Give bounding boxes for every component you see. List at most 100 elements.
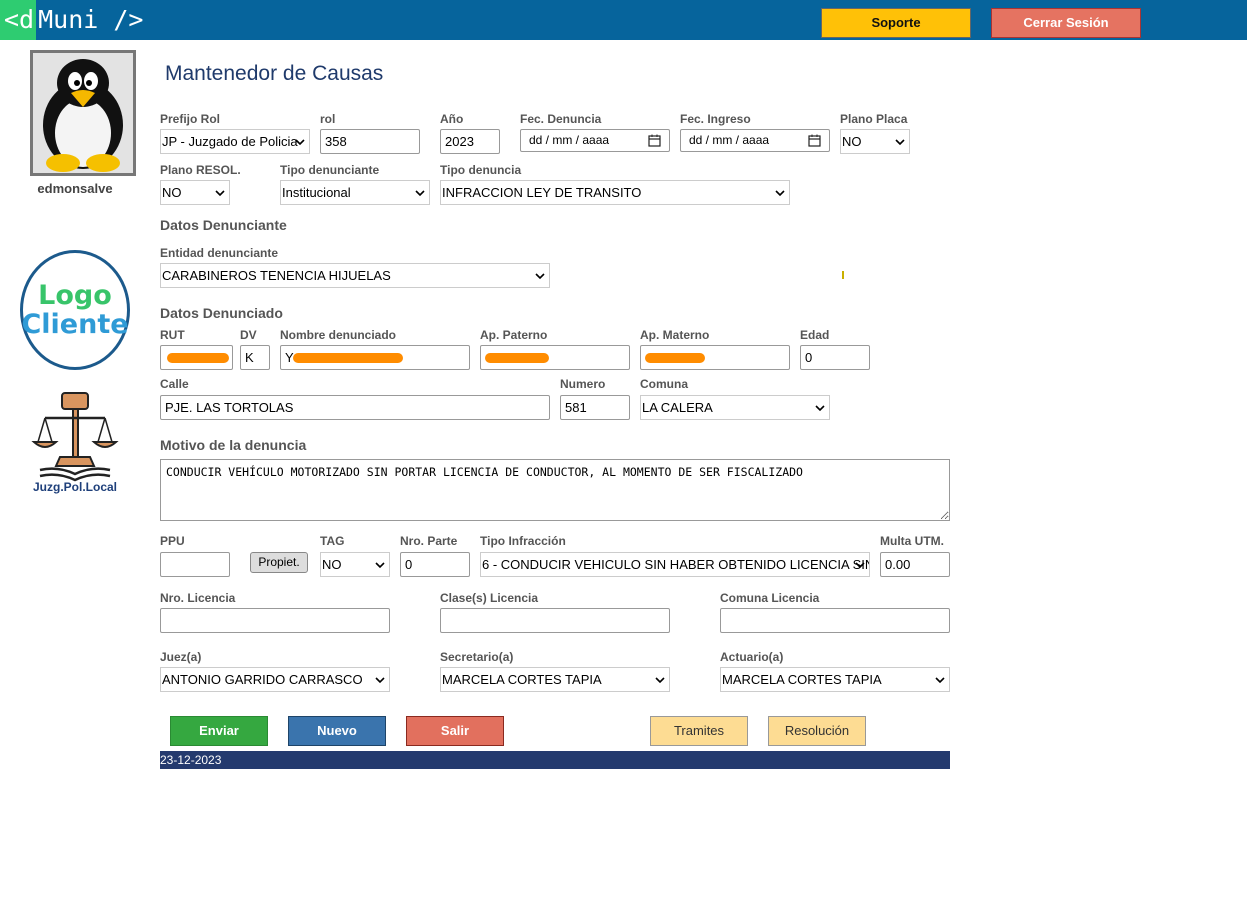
propietario-button[interactable]: Propiet. [250, 552, 308, 573]
rut-label: RUT [160, 328, 185, 342]
multa-input[interactable]: 0.00 [880, 552, 950, 577]
brand-name: Muni /> [38, 5, 144, 34]
section-datos-denunciado: Datos Denunciado [160, 305, 283, 321]
section-datos-denunciante: Datos Denunciante [160, 217, 287, 233]
plano-resol-label: Plano RESOL. [160, 163, 241, 177]
penguin-avatar-icon [33, 53, 133, 173]
ppu-input[interactable] [160, 552, 230, 577]
client-logo: Logo Cliente [20, 250, 130, 370]
tipo-infraccion-value: 6 - CONDUCIR VEHICULO SIN HABER OBTENIDO… [482, 557, 870, 572]
edad-input[interactable]: 0 [800, 345, 870, 370]
top-bar: <d Muni /> Soporte Cerrar Sesión [0, 0, 1247, 40]
secretario-select[interactable]: MARCELA CORTES TAPIA [440, 667, 670, 692]
ap-materno-label: Ap. Materno [640, 328, 710, 342]
footer-date: 23-12-2023 [160, 753, 222, 767]
nuevo-button[interactable]: Nuevo [288, 716, 386, 746]
entidad-denunciante-value: CARABINEROS TENENCIA HIJUELAS [162, 268, 391, 283]
username: edmonsalve [37, 181, 113, 196]
anio-input[interactable]: 2023 [440, 129, 500, 154]
chevron-down-icon [415, 190, 425, 197]
entidad-denunciante-select[interactable]: CARABINEROS TENENCIA HIJUELAS [160, 263, 550, 288]
nro-licencia-input[interactable] [160, 608, 390, 633]
actuario-value: MARCELA CORTES TAPIA [722, 672, 882, 687]
actuario-label: Actuario(a) [720, 650, 784, 664]
clase-licencia-label: Clase(s) Licencia [440, 591, 539, 605]
tipo-infraccion-select[interactable]: 6 - CONDUCIR VEHICULO SIN HABER OBTENIDO… [480, 552, 870, 577]
tipo-denuncia-select[interactable]: INFRACCION LEY DE TRANSITO [440, 180, 790, 205]
enviar-button[interactable]: Enviar [170, 716, 268, 746]
plano-placa-select[interactable]: NO [840, 129, 910, 154]
fec-denuncia-input[interactable]: dd / mm / aaaa [520, 129, 670, 152]
chevron-down-icon [815, 405, 825, 412]
comuna-select[interactable]: LA CALERA [640, 395, 830, 420]
comuna-licencia-input[interactable] [720, 608, 950, 633]
chevron-down-icon [375, 677, 385, 684]
chevron-down-icon [895, 139, 905, 146]
prefijo-rol-value: JP - Juzgado de Policia [162, 134, 298, 149]
juez-select[interactable]: ANTONIO GARRIDO CARRASCO [160, 667, 390, 692]
calendar-icon [648, 134, 661, 147]
rut-input[interactable] [160, 345, 233, 370]
chevron-down-icon [655, 677, 665, 684]
actuario-select[interactable]: MARCELA CORTES TAPIA [720, 667, 950, 692]
scales-of-justice-icon [31, 392, 119, 482]
clase-licencia-input[interactable] [440, 608, 670, 633]
nombre-label: Nombre denunciado [280, 328, 397, 342]
plano-placa-label: Plano Placa [840, 112, 908, 126]
tag-select[interactable]: NO [320, 552, 390, 577]
tramites-button[interactable]: Tramites [650, 716, 748, 746]
rol-label: rol [320, 112, 336, 126]
section-motivo: Motivo de la denuncia [160, 437, 307, 453]
entidad-denunciante-label: Entidad denunciante [160, 246, 279, 260]
chevron-down-icon [855, 562, 865, 569]
ap-materno-input[interactable] [640, 345, 790, 370]
tag-value: NO [322, 557, 342, 572]
fec-ingreso-placeholder: dd / mm / aaaa [689, 133, 770, 147]
prefijo-rol-select[interactable]: JP - Juzgado de Policia [160, 129, 310, 154]
support-button[interactable]: Soporte [821, 8, 971, 38]
resolucion-button[interactable]: Resolución [768, 716, 866, 746]
calle-input[interactable]: PJE. LAS TORTOLAS [160, 395, 550, 420]
chevron-down-icon [215, 190, 225, 197]
secretario-label: Secretario(a) [440, 650, 514, 664]
stray-mark [842, 271, 844, 279]
fec-denuncia-placeholder: dd / mm / aaaa [529, 133, 610, 147]
page-title: Mantenedor de Causas [165, 62, 384, 85]
dv-input[interactable]: K [240, 345, 270, 370]
footer-date-bar: 23-12-2023 [160, 751, 950, 769]
tipo-infraccion-label: Tipo Infracción [480, 534, 566, 548]
plano-placa-value: NO [842, 134, 862, 149]
dv-label: DV [240, 328, 257, 342]
calendar-icon [808, 134, 821, 147]
chevron-down-icon [295, 139, 305, 146]
brand-logo: <d Muni /> [0, 0, 143, 40]
ap-paterno-input[interactable] [480, 345, 630, 370]
tag-label: TAG [320, 534, 345, 548]
calle-label: Calle [160, 377, 189, 391]
fec-ingreso-label: Fec. Ingreso [680, 112, 751, 126]
plano-resol-value: NO [162, 185, 182, 200]
logout-button[interactable]: Cerrar Sesión [991, 8, 1141, 38]
plano-resol-select[interactable]: NO [160, 180, 230, 205]
numero-input[interactable]: 581 [560, 395, 630, 420]
secretario-value: MARCELA CORTES TAPIA [442, 672, 602, 687]
prefijo-rol-label: Prefijo Rol [160, 112, 221, 126]
nro-parte-input[interactable]: 0 [400, 552, 470, 577]
motivo-textarea[interactable]: CONDUCIR VEHÍCULO MOTORIZADO SIN PORTAR … [160, 459, 950, 521]
salir-button[interactable]: Salir [406, 716, 504, 746]
rol-input[interactable]: 358 [320, 129, 420, 154]
comuna-label: Comuna [640, 377, 688, 391]
tipo-denuncia-label: Tipo denuncia [440, 163, 522, 177]
juez-value: ANTONIO GARRIDO CARRASCO [162, 672, 363, 687]
juez-label: Juez(a) [160, 650, 202, 664]
redaction-mark [645, 353, 705, 363]
comuna-licencia-label: Comuna Licencia [720, 591, 820, 605]
tipo-denunciante-select[interactable]: Institucional [280, 180, 430, 205]
nombre-input[interactable]: Y [280, 345, 470, 370]
redaction-mark [293, 353, 403, 363]
chevron-down-icon [775, 190, 785, 197]
ap-paterno-label: Ap. Paterno [480, 328, 548, 342]
client-logo-line2: Cliente [21, 309, 129, 340]
chevron-down-icon [535, 273, 545, 280]
fec-ingreso-input[interactable]: dd / mm / aaaa [680, 129, 830, 152]
